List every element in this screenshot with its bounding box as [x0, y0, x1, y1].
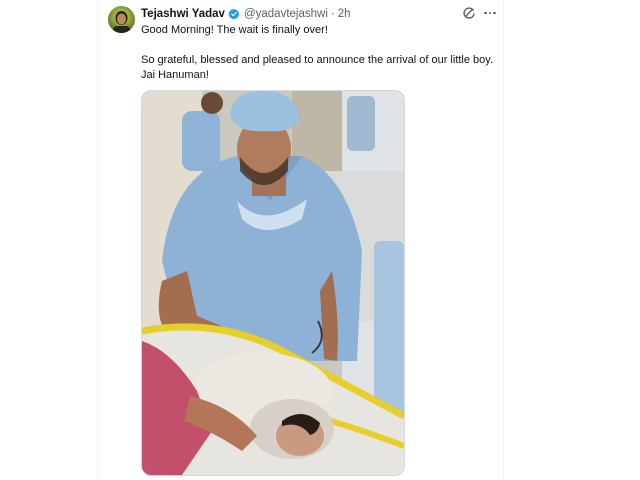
author-avatar[interactable] — [108, 6, 135, 33]
tweet-timestamp[interactable]: 2h — [338, 8, 351, 20]
verified-badge-icon — [228, 8, 240, 20]
more-options-icon[interactable] — [482, 6, 498, 20]
header-separator: · — [330, 8, 335, 20]
grok-icon[interactable] — [462, 6, 476, 20]
tweet-header: Tejashwi Yadav @yadavtejashwi · 2h — [141, 6, 351, 22]
tweet-text-line1: Good Morning! The wait is finally over! — [141, 24, 328, 36]
author-name[interactable]: Tejashwi Yadav — [141, 8, 225, 20]
author-handle[interactable]: @yadavtejashwi — [244, 8, 328, 20]
timeline-right-border — [503, 0, 504, 480]
tweet-text-paragraph2: So grateful, blessed and pleased to anno… — [141, 54, 494, 81]
timeline-left-border — [97, 0, 98, 480]
tweet-photo[interactable] — [141, 90, 405, 476]
